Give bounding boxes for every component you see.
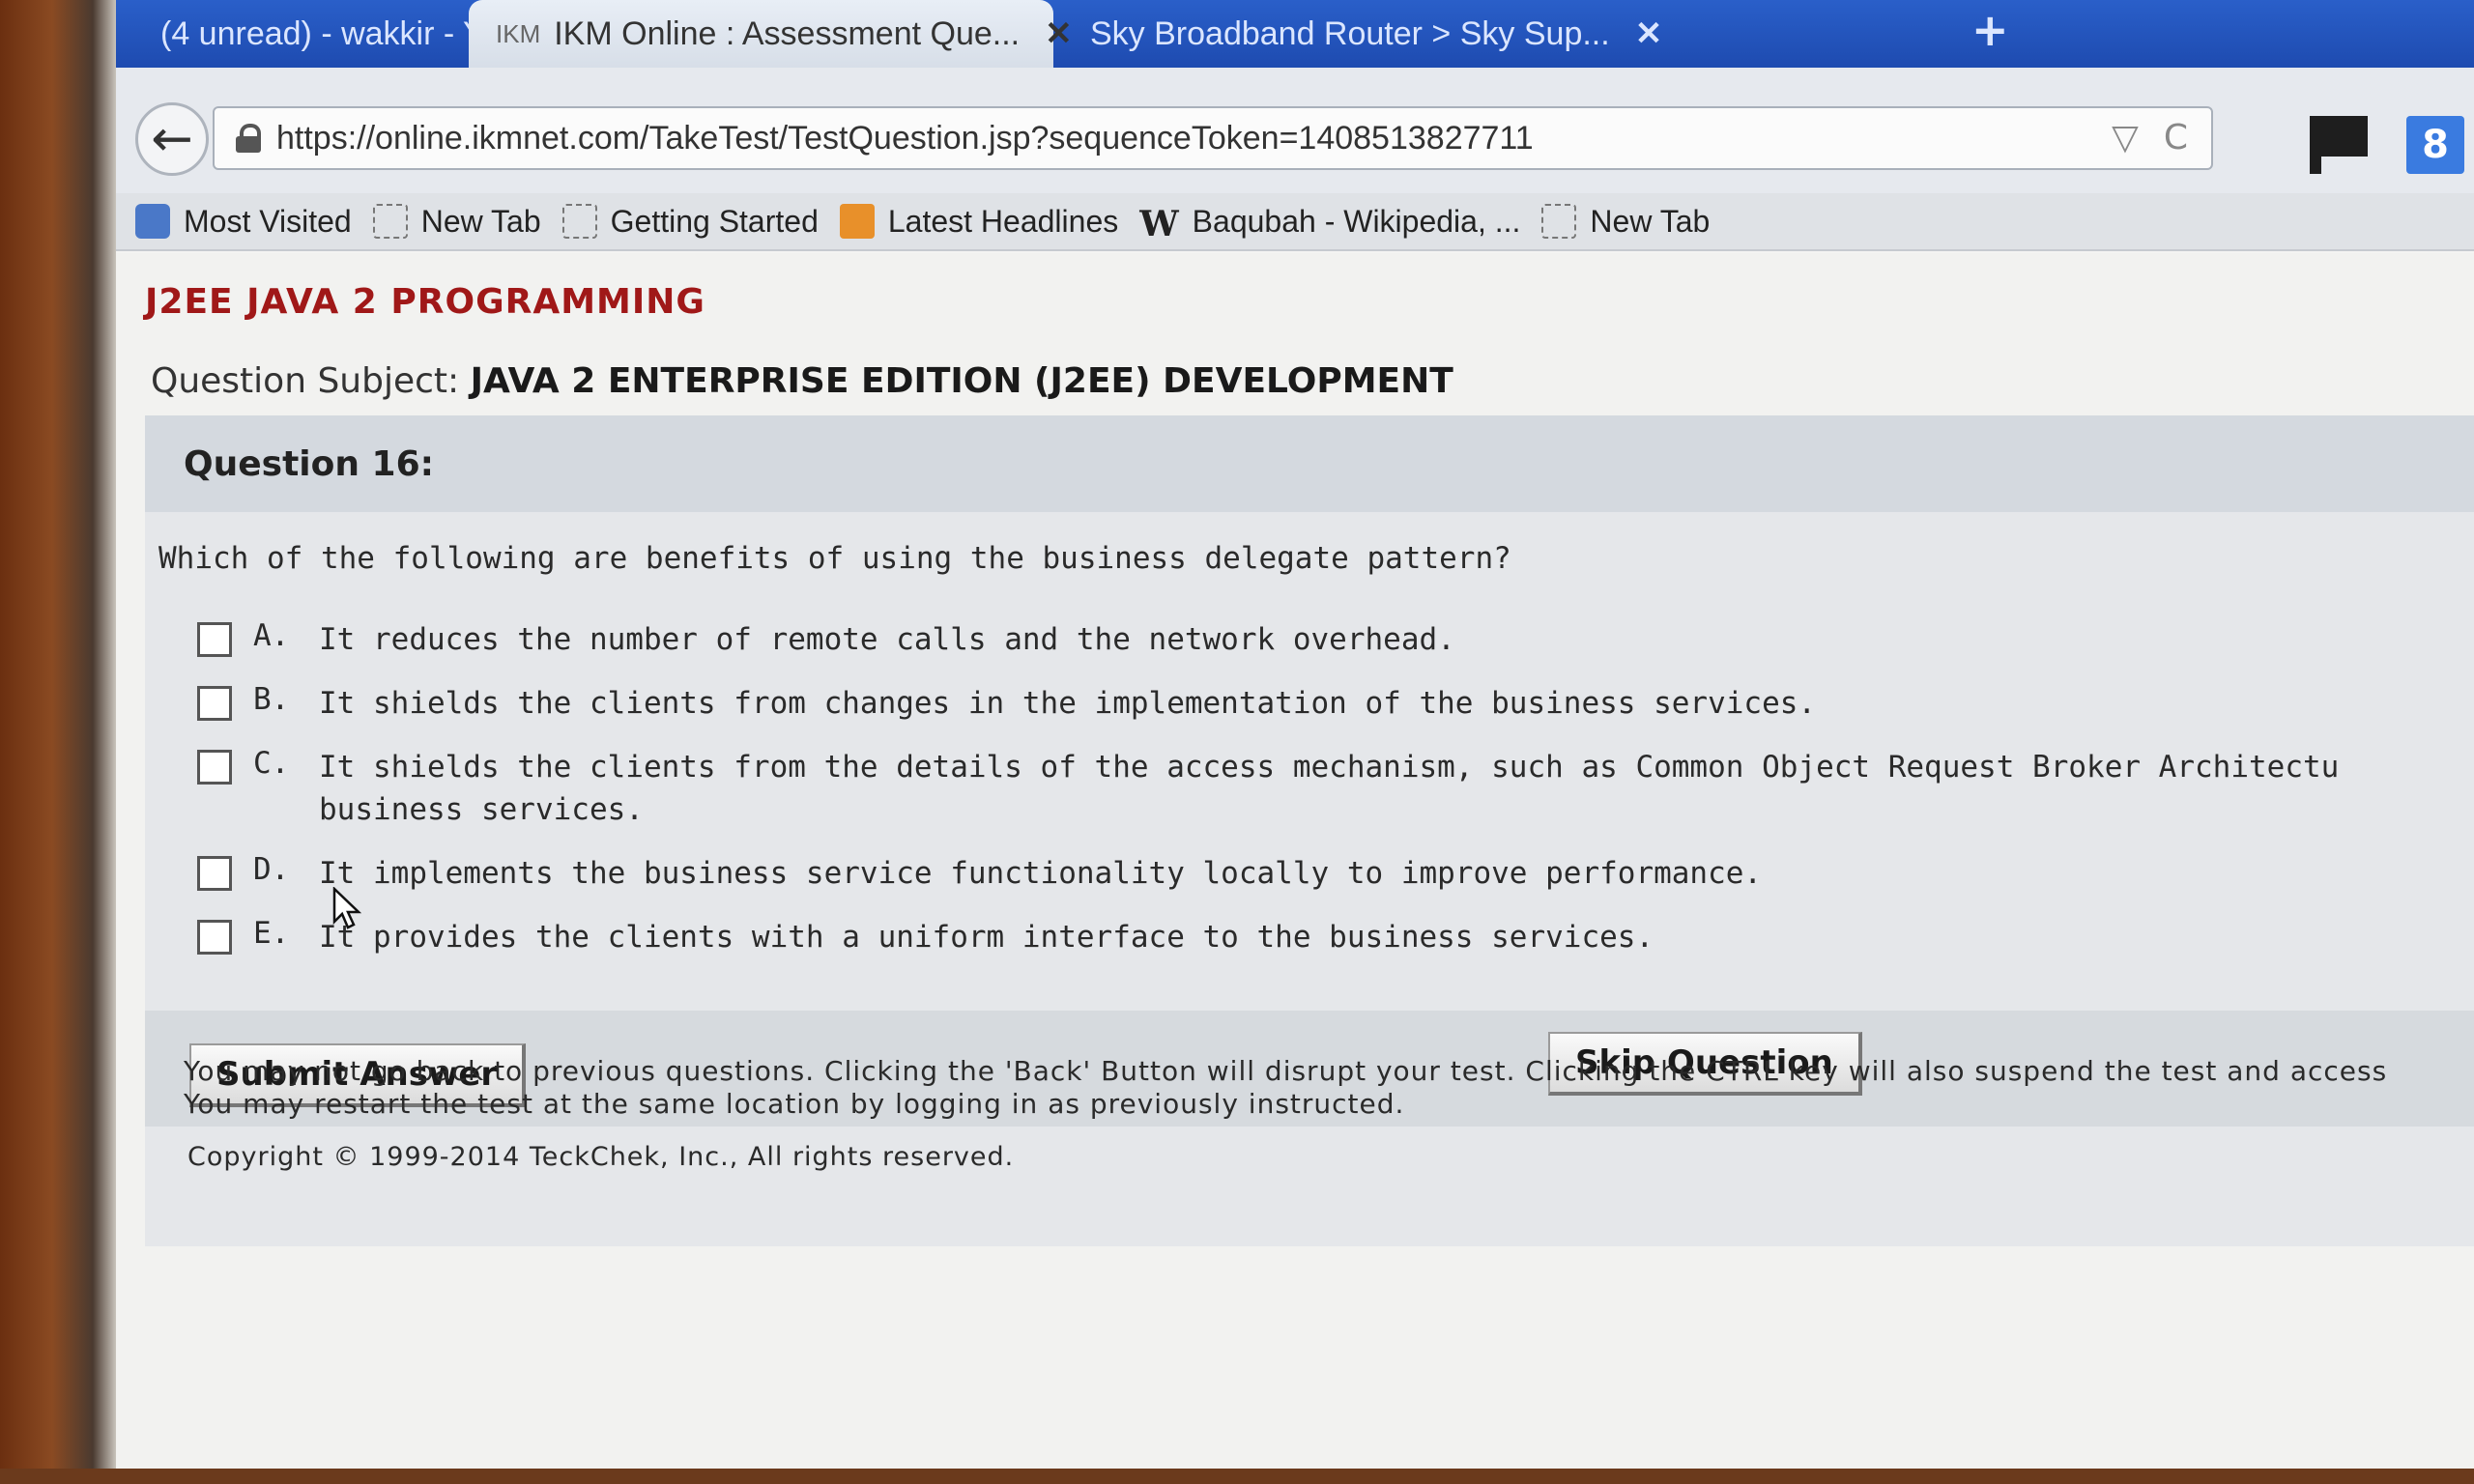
bookmark-label: Latest Headlines [887, 203, 1119, 239]
tab-sky-broadband[interactable]: Sky Broadband Router > Sky Sup... ✕ [1063, 0, 1662, 68]
bookmark-label: New Tab [1590, 203, 1711, 239]
close-icon[interactable]: ✕ [1635, 14, 1663, 53]
option-letter: D. [253, 852, 290, 887]
ikm-icon: IKM [496, 19, 541, 48]
copyright-text: Copyright © 1999-2014 TeckChek, Inc., Al… [187, 1142, 1015, 1172]
reload-icon[interactable]: C [2164, 118, 2188, 157]
subject-value: JAVA 2 ENTERPRISE EDITION (J2EE) DEVELOP… [470, 361, 1453, 401]
option-text: It shields the clients from the details … [319, 750, 2340, 827]
google-icon[interactable]: 8 [2406, 116, 2464, 174]
monitor-bezel [0, 0, 116, 1484]
tab-label: IKM Online : Assessment Que... [554, 14, 1021, 52]
subject-label: Question Subject: [151, 361, 460, 401]
option-text: It shields the clients from changes in t… [319, 686, 1817, 721]
bookmark-getting-started[interactable]: Getting Started [561, 203, 819, 240]
answer-option-d[interactable]: D. It implements the business service fu… [197, 852, 1762, 895]
back-button[interactable]: ← [135, 102, 209, 176]
bookmark-most-visited[interactable]: Most Visited [135, 204, 352, 240]
monitor-bezel-bottom [0, 1469, 2474, 1484]
notice-line-1: You may not go back to previous question… [184, 1055, 2388, 1087]
test-notice: You may not go back to previous question… [184, 1055, 2387, 1121]
bookmark-latest-headlines[interactable]: Latest Headlines [839, 203, 1119, 240]
navigation-bar: ← https://online.ikmnet.com/TakeTest/Tes… [116, 68, 2474, 193]
checkbox-b[interactable] [197, 686, 232, 721]
question-text: Which of the following are benefits of u… [158, 541, 1511, 576]
address-bar[interactable]: https://online.ikmnet.com/TakeTest/TestQ… [213, 106, 2213, 170]
checkbox-d[interactable] [197, 856, 232, 891]
test-page: J2EE JAVA 2 PROGRAMMING Question Subject… [116, 253, 2474, 1469]
dropdown-icon[interactable]: ▽ [2112, 118, 2139, 157]
option-text: It provides the clients with a uniform i… [319, 920, 1654, 955]
question-body: Which of the following are benefits of u… [145, 512, 2474, 1246]
option-text: It implements the business service funct… [319, 856, 1763, 891]
notice-line-2: You may restart the test at the same loc… [184, 1088, 1405, 1120]
bookmark-icon[interactable] [2310, 116, 2368, 174]
option-letter: E. [253, 916, 290, 951]
tab-strip: (4 unread) - wakkir - Yahoo Mail ✕ IKM I… [116, 0, 2474, 68]
question-subject: Question Subject: JAVA 2 ENTERPRISE EDIT… [151, 361, 1453, 401]
question-header: Question 16: [145, 415, 2474, 512]
answer-option-c[interactable]: C. It shields the clients from the detai… [197, 746, 2339, 831]
bookmark-label: Getting Started [610, 203, 819, 239]
rss-icon [839, 204, 875, 239]
checkbox-a[interactable] [197, 622, 232, 657]
answer-option-a[interactable]: A. It reduces the number of remote calls… [197, 618, 1455, 661]
answer-option-b[interactable]: B. It shields the clients from changes i… [197, 682, 1816, 725]
browser-window: (4 unread) - wakkir - Yahoo Mail ✕ IKM I… [116, 0, 2474, 1469]
bookmark-label: Most Visited [184, 203, 352, 239]
mouse-cursor-icon [332, 887, 361, 929]
bookmark-new-tab-2[interactable]: New Tab [1541, 204, 1710, 240]
bookmark-label: New Tab [420, 203, 541, 239]
option-text: It reduces the number of remote calls an… [319, 622, 1455, 657]
bookmark-label: Baqubah - Wikipedia, ... [1192, 203, 1521, 239]
lock-icon [236, 124, 261, 153]
page-icon [1541, 204, 1577, 239]
back-arrow-icon: ← [151, 110, 193, 168]
option-letter: A. [253, 618, 290, 653]
option-letter: B. [253, 682, 290, 717]
answer-option-e[interactable]: E. It provides the clients with a unifor… [197, 916, 1654, 958]
question-heading: Question 16: [184, 444, 435, 484]
page-icon [561, 204, 597, 239]
option-letter: C. [253, 746, 290, 781]
checkbox-e[interactable] [197, 920, 232, 955]
tab-yahoo-mail[interactable]: (4 unread) - wakkir - Yahoo Mail ✕ [116, 0, 677, 68]
most-visited-icon [135, 204, 170, 239]
bookmarks-bar: Most Visited New Tab Getting Started Lat… [116, 193, 2474, 251]
bookmark-baqubah-wikipedia[interactable]: W Baqubah - Wikipedia, ... [1139, 203, 1521, 245]
wikipedia-icon: W [1139, 204, 1179, 244]
url-text: https://online.ikmnet.com/TakeTest/TestQ… [276, 119, 1534, 157]
tab-label: Sky Broadband Router > Sky Sup... [1090, 14, 1610, 52]
bookmark-new-tab[interactable]: New Tab [372, 203, 541, 240]
course-title: J2EE JAVA 2 PROGRAMMING [145, 282, 705, 322]
tab-ikm-assessment[interactable]: IKM IKM Online : Assessment Que... ✕ [469, 0, 1073, 68]
checkbox-c[interactable] [197, 750, 232, 785]
page-icon [372, 204, 408, 239]
new-tab-button[interactable]: + [1971, 4, 2009, 56]
